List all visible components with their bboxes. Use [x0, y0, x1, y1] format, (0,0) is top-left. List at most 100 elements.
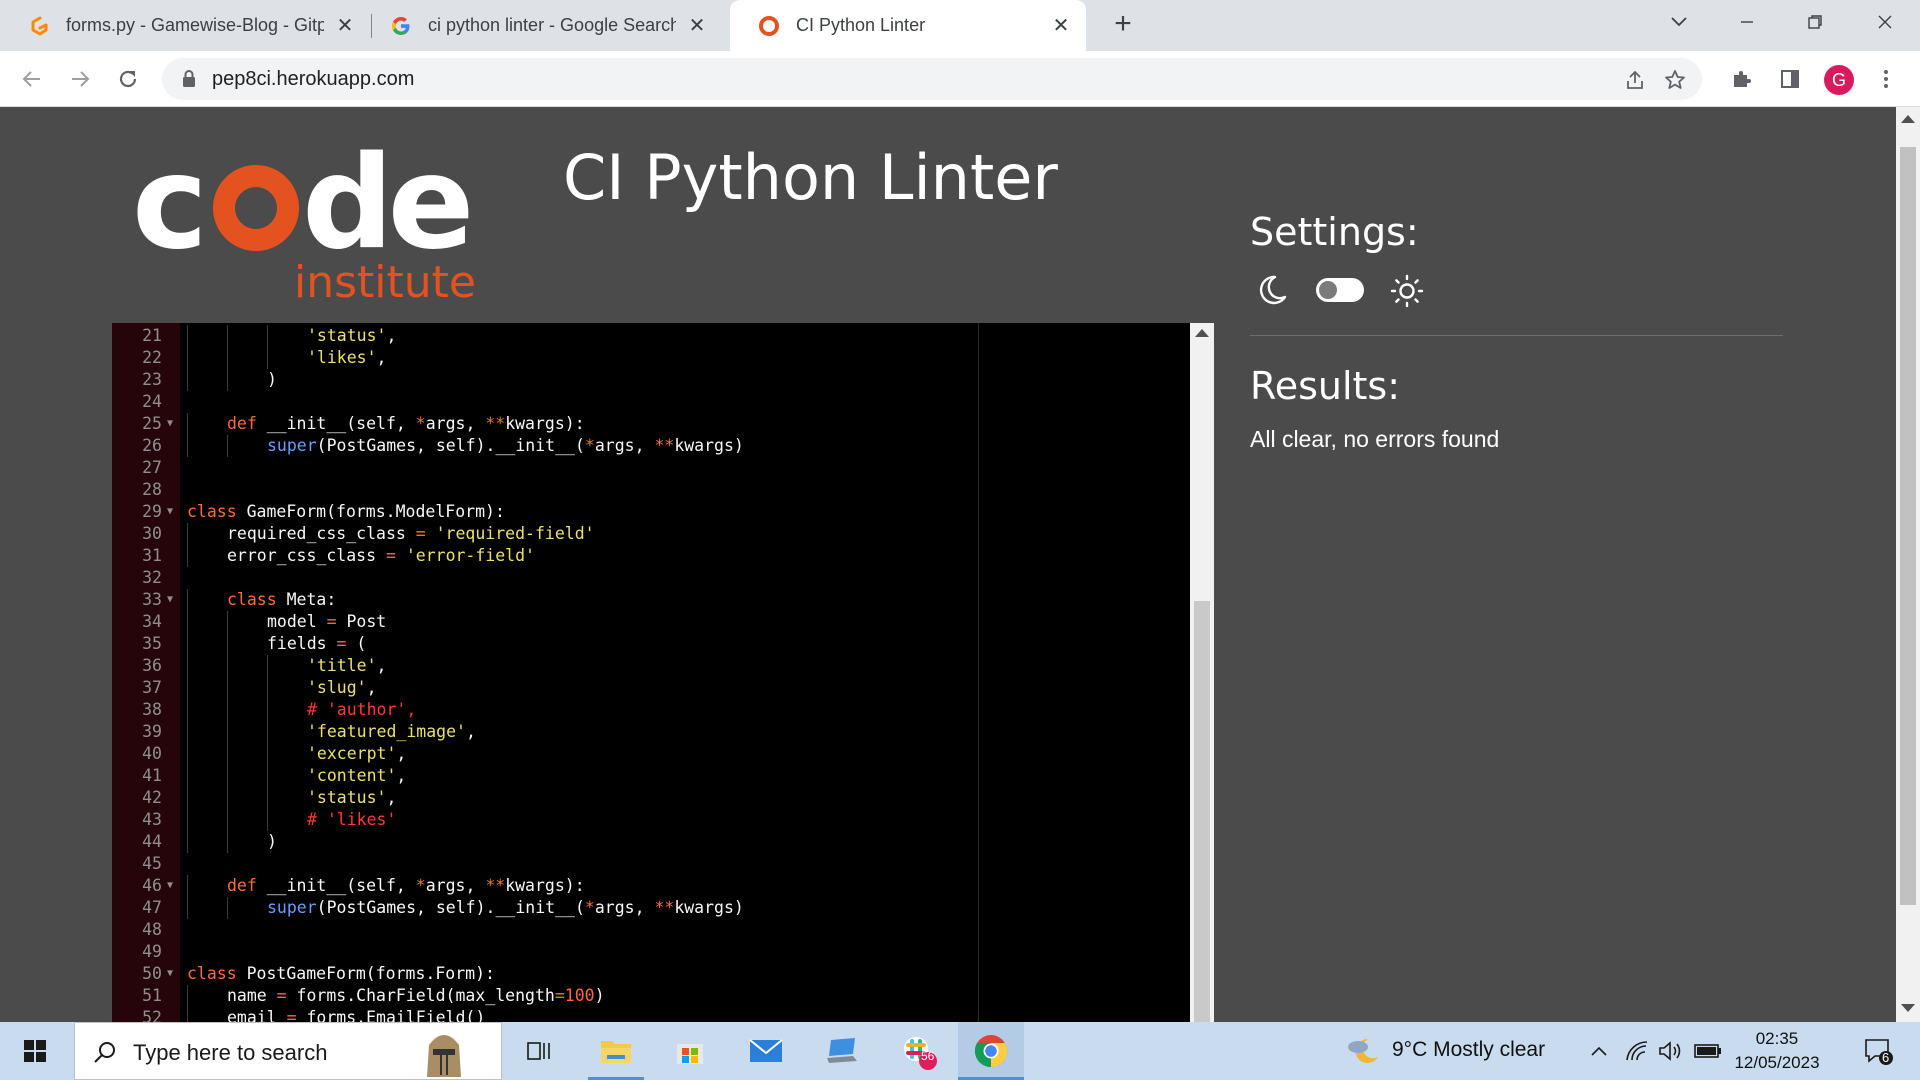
fold-arrow-icon[interactable]: ▼: [167, 589, 173, 611]
close-tab-icon[interactable]: ✕: [334, 15, 356, 37]
taskbar-search[interactable]: Type here to search: [74, 1022, 502, 1080]
fold-arrow-icon[interactable]: ▼: [167, 501, 173, 523]
code-line[interactable]: 38 # 'author',: [112, 699, 1192, 721]
back-button[interactable]: [12, 59, 52, 99]
weather-button[interactable]: [1342, 1022, 1386, 1080]
slack-button[interactable]: 56: [890, 1022, 946, 1080]
line-number: 45: [142, 854, 162, 873]
code-line[interactable]: 49: [112, 941, 1192, 963]
url-text: pep8ci.herokuapp.com: [212, 68, 415, 90]
network-button[interactable]: [1620, 1022, 1654, 1080]
code-line[interactable]: 47 super(PostGames, self).__init__(*args,…: [112, 897, 1192, 919]
code-text: fields = (: [267, 634, 367, 653]
system-clock[interactable]: 02:35 12/05/2023: [1732, 1027, 1822, 1075]
remote-desktop-button[interactable]: [814, 1022, 870, 1080]
store-button[interactable]: [662, 1022, 718, 1080]
indent-guide: [187, 743, 188, 765]
code-line[interactable]: 37 'slug',: [112, 677, 1192, 699]
weather-text[interactable]: 9°C Mostly clear: [1392, 1038, 1545, 1062]
code-line[interactable]: 32: [112, 567, 1192, 589]
bookmark-star-icon[interactable]: [1662, 67, 1688, 93]
indent-guide: [187, 699, 188, 721]
start-button[interactable]: [0, 1022, 70, 1080]
scroll-up-arrow[interactable]: [1901, 115, 1915, 123]
file-explorer-button[interactable]: [588, 1022, 644, 1080]
share-icon[interactable]: [1622, 67, 1648, 93]
code-line[interactable]: 48: [112, 919, 1192, 941]
notification-count: 6: [1882, 1050, 1890, 1065]
extensions-button[interactable]: [1722, 59, 1762, 99]
tab-title: ci python linter - Google Search: [428, 15, 676, 35]
scroll-down-arrow[interactable]: [1901, 1004, 1915, 1012]
code-line[interactable]: 23): [112, 369, 1192, 391]
code-line[interactable]: 27: [112, 457, 1192, 479]
tab-google-search[interactable]: ci python linter - Google Search ✕: [362, 0, 722, 51]
editor-scroll-thumb[interactable]: [1194, 601, 1210, 1022]
notifications-button[interactable]: 6: [1850, 1022, 1906, 1080]
code-line[interactable]: 46 ▼ def __init__(self, *args, **kwargs):: [112, 875, 1192, 897]
chrome-icon: [974, 1035, 1008, 1067]
code-line[interactable]: 52 email = forms.EmailField(): [112, 1007, 1192, 1022]
minimize-button[interactable]: [1714, 0, 1780, 44]
fold-arrow-icon[interactable]: ▼: [167, 875, 173, 897]
code-text: 'status',: [307, 788, 397, 807]
tab-gitpod[interactable]: forms.py - Gamewise-Blog - Gitpod ✕: [0, 0, 370, 51]
mail-button[interactable]: [738, 1022, 794, 1080]
code-line[interactable]: 40 'excerpt',: [112, 743, 1192, 765]
close-window-button[interactable]: [1852, 0, 1918, 44]
code-line[interactable]: 50 ▼ class PostGameForm(forms.Form):: [112, 963, 1192, 985]
code-line[interactable]: 33 ▼ class Meta:: [112, 589, 1192, 611]
volume-button[interactable]: [1654, 1022, 1688, 1080]
close-tab-icon[interactable]: ✕: [686, 15, 708, 37]
code-line[interactable]: 39 'featured_image',: [112, 721, 1192, 743]
reload-button[interactable]: [108, 59, 148, 99]
fold-arrow-icon[interactable]: ▼: [167, 413, 173, 435]
code-line[interactable]: 21 'status',: [112, 325, 1192, 347]
battery-button[interactable]: [1690, 1022, 1726, 1080]
theme-toggle[interactable]: [1316, 278, 1364, 302]
menu-button[interactable]: [1866, 59, 1906, 99]
profile-avatar[interactable]: G: [1824, 65, 1854, 95]
code-line[interactable]: 45: [112, 853, 1192, 875]
code-line[interactable]: 24: [112, 391, 1192, 413]
fold-arrow-icon[interactable]: ▼: [167, 963, 173, 985]
code-text: required_css_class = 'required-field': [227, 524, 595, 543]
indent-guide: [227, 677, 228, 699]
code-line[interactable]: 44): [112, 831, 1192, 853]
code-line[interactable]: 25 ▼ def __init__(self, *args, **kwargs):: [112, 413, 1192, 435]
reload-icon: [119, 70, 137, 88]
tab-search-button[interactable]: [1646, 0, 1712, 44]
code-line[interactable]: 31 error_css_class = 'error-field': [112, 545, 1192, 567]
chrome-button[interactable]: [958, 1022, 1024, 1080]
show-hidden-icons-button[interactable]: [1584, 1022, 1614, 1080]
page-scroll-thumb[interactable]: [1900, 147, 1916, 905]
line-number: 27: [142, 458, 162, 477]
code-line[interactable]: 35 fields = (: [112, 633, 1192, 655]
task-view-button[interactable]: [515, 1022, 565, 1080]
mail-icon: [749, 1039, 783, 1062]
page-scrollbar[interactable]: [1896, 107, 1920, 1022]
toggle-knob: [1319, 281, 1337, 299]
close-tab-icon[interactable]: ✕: [1050, 15, 1072, 37]
code-line[interactable]: 36 'title',: [112, 655, 1192, 677]
code-line[interactable]: 29 ▼ class GameForm(forms.ModelForm):: [112, 501, 1192, 523]
code-line[interactable]: 30 required_css_class = 'required-field': [112, 523, 1192, 545]
code-editor[interactable]: 21'status', 22'likes', 23) 24 25 ▼ def __init_…: [112, 323, 1214, 1022]
code-line[interactable]: 28: [112, 479, 1192, 501]
code-line[interactable]: 26 super(PostGames, self).__init__(*args,…: [112, 435, 1192, 457]
restore-button[interactable]: [1782, 0, 1848, 44]
code-line[interactable]: 43 # 'likes': [112, 809, 1192, 831]
new-tab-button[interactable]: +: [1108, 9, 1138, 40]
code-line[interactable]: 41 'content',: [112, 765, 1192, 787]
code-line[interactable]: 34 model = Post: [112, 611, 1192, 633]
code-line[interactable]: 51 name = forms.CharField(max_length=100): [112, 985, 1192, 1007]
line-number: 35: [142, 634, 162, 653]
forward-button[interactable]: [60, 59, 100, 99]
address-bar[interactable]: pep8ci.herokuapp.com: [162, 58, 1702, 100]
code-line[interactable]: 22 'likes',: [112, 347, 1192, 369]
side-panel-button[interactable]: [1770, 59, 1810, 99]
editor-scrollbar[interactable]: [1190, 323, 1214, 1022]
tab-ci-python-linter[interactable]: CI Python Linter ✕: [730, 0, 1086, 51]
code-line[interactable]: 42 'status',: [112, 787, 1192, 809]
scroll-up-arrow[interactable]: [1195, 329, 1209, 337]
